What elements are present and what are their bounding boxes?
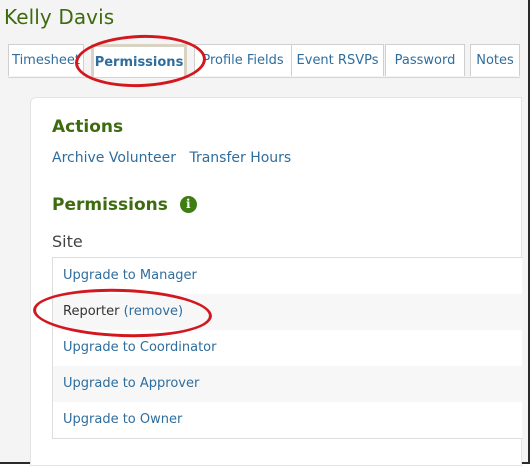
tab-timesheet[interactable]: Timesheet bbox=[8, 44, 84, 76]
tab-permissions[interactable]: Permissions bbox=[91, 44, 187, 77]
transfer-hours-link[interactable]: Transfer Hours bbox=[189, 150, 291, 166]
site-label: Site bbox=[52, 232, 83, 251]
list-item: Upgrade to Approver bbox=[53, 366, 522, 402]
info-icon[interactable]: i bbox=[179, 196, 197, 213]
list-item: Upgrade to Coordinator bbox=[53, 330, 522, 366]
permissions-heading-label: Permissions bbox=[52, 195, 168, 215]
tab-event-rsvps[interactable]: Event RSVPs bbox=[291, 44, 384, 76]
tab-profile-fields[interactable]: Profile Fields bbox=[194, 44, 292, 76]
permissions-panel: Actions Archive Volunteer Transfer Hours… bbox=[30, 97, 522, 466]
tab-password[interactable]: Password bbox=[385, 44, 465, 76]
list-item: Upgrade to Manager bbox=[53, 258, 522, 294]
tab-bar: Timesheet Permissions Profile Fields Eve… bbox=[8, 44, 520, 78]
permissions-heading: Permissions i bbox=[52, 195, 197, 215]
upgrade-to-approver-link[interactable]: Upgrade to Approver bbox=[63, 376, 199, 391]
remove-role-link[interactable]: (remove) bbox=[124, 304, 184, 319]
page-title: Kelly Davis bbox=[4, 5, 115, 29]
current-role-label: Reporter bbox=[63, 304, 120, 319]
window-frame: Kelly Davis Timesheet Permissions Profil… bbox=[0, 0, 530, 466]
upgrade-to-coordinator-link[interactable]: Upgrade to Coordinator bbox=[63, 340, 216, 355]
upgrade-to-manager-link[interactable]: Upgrade to Manager bbox=[63, 268, 197, 283]
archive-volunteer-link[interactable]: Archive Volunteer bbox=[52, 150, 176, 166]
tab-notes[interactable]: Notes bbox=[470, 44, 520, 76]
actions-heading: Actions bbox=[52, 117, 124, 137]
list-item: Reporter (remove) bbox=[53, 294, 522, 330]
actions-links: Archive Volunteer Transfer Hours bbox=[52, 150, 300, 166]
upgrade-to-owner-link[interactable]: Upgrade to Owner bbox=[63, 412, 182, 427]
permissions-list: Upgrade to Manager Reporter (remove) Upg… bbox=[52, 257, 522, 439]
list-item: Upgrade to Owner bbox=[53, 402, 522, 438]
